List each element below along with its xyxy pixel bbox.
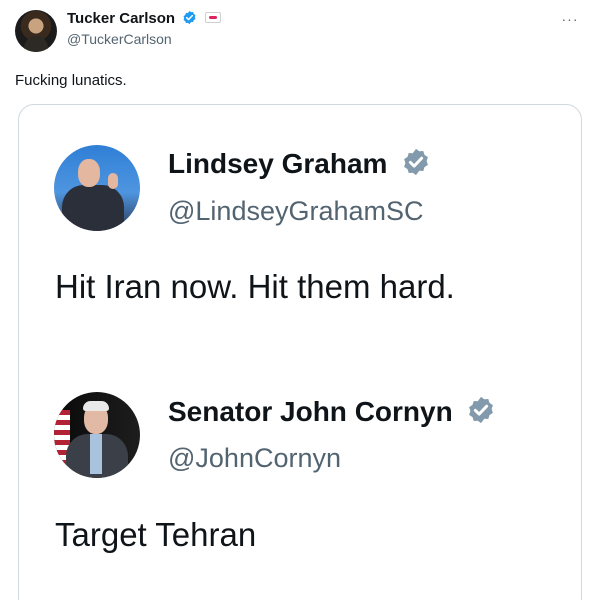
graham-avatar[interactable] xyxy=(54,145,140,231)
post-text: Fucking lunatics. xyxy=(15,72,127,89)
author-name-row[interactable]: Tucker Carlson xyxy=(67,10,222,28)
avatar-shirt-shape xyxy=(90,434,102,474)
cornyn-handle[interactable]: @JohnCornyn xyxy=(168,442,341,474)
verified-gray-badge-icon xyxy=(469,396,494,424)
author-avatar[interactable] xyxy=(15,10,57,52)
quoted-content-card[interactable]: Lindsey Graham @LindseyGrahamSC Hit Iran… xyxy=(18,104,582,600)
graham-tweet-text: Hit Iran now. Hit them hard. xyxy=(55,268,455,305)
cornyn-tweet-text: Target Tehran xyxy=(55,516,257,553)
avatar-hair-shape xyxy=(83,401,109,411)
cornyn-name-row[interactable]: Senator John Cornyn xyxy=(168,395,496,429)
cornyn-name[interactable]: Senator John Cornyn xyxy=(168,396,453,427)
verified-gray-badge-icon xyxy=(404,148,429,176)
author-block: Tucker Carlson @TuckerCarlson xyxy=(67,10,222,48)
avatar-hand-shape xyxy=(108,173,118,189)
graham-name-row[interactable]: Lindsey Graham xyxy=(168,147,431,181)
author-name[interactable]: Tucker Carlson xyxy=(67,10,175,27)
graham-name[interactable]: Lindsey Graham xyxy=(168,148,387,179)
affiliate-badge-icon xyxy=(205,12,222,23)
more-options-button[interactable]: ··· xyxy=(559,12,581,34)
avatar-body-shape xyxy=(62,185,124,231)
graham-handle[interactable]: @LindseyGrahamSC xyxy=(168,195,424,227)
post-header: Tucker Carlson @TuckerCarlson ··· xyxy=(15,10,585,54)
cornyn-avatar[interactable] xyxy=(54,392,140,478)
author-handle[interactable]: @TuckerCarlson xyxy=(67,30,221,48)
avatar-head-shape xyxy=(78,159,100,187)
verified-badge-icon xyxy=(183,10,196,25)
